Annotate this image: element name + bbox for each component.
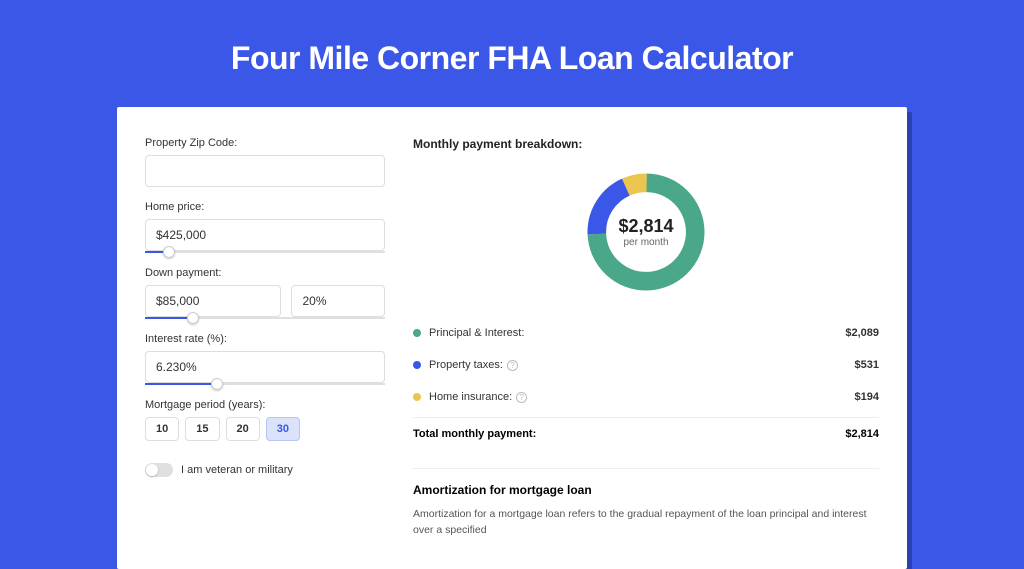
period-20-button[interactable]: 20 [226,417,260,441]
down-payment-label: Down payment: [145,267,385,279]
dot-icon [413,329,421,337]
donut-chart: $2,814 per month [581,167,711,297]
calculator-card: Property Zip Code: Home price: Down paym… [117,107,907,569]
total-row: Total monthly payment: $2,814 [413,417,879,450]
legend-value: $194 [855,391,879,403]
zip-label: Property Zip Code: [145,137,385,149]
period-15-button[interactable]: 15 [185,417,219,441]
home-price-input[interactable] [145,219,385,251]
page-title: Four Mile Corner FHA Loan Calculator [0,40,1024,77]
donut-amount: $2,814 [618,216,673,237]
info-icon[interactable]: ? [507,360,518,371]
dot-icon [413,361,421,369]
interest-label: Interest rate (%): [145,333,385,345]
period-group: 10 15 20 30 [145,417,385,441]
amortization-title: Amortization for mortgage loan [413,483,879,497]
divider [413,468,879,469]
zip-input[interactable] [145,155,385,187]
legend-label: Principal & Interest: [429,327,845,339]
legend-value: $2,089 [845,327,879,339]
dot-icon [413,393,421,401]
total-label: Total monthly payment: [413,428,845,440]
breakdown-panel: Monthly payment breakdown: $2,814 per mo… [413,137,879,539]
period-30-button[interactable]: 30 [266,417,300,441]
form-panel: Property Zip Code: Home price: Down paym… [145,137,385,539]
legend-row-taxes: Property taxes: ? $531 [413,349,879,381]
down-payment-input[interactable] [145,285,281,317]
toggle-knob [146,464,158,476]
legend-label: Home insurance: ? [429,391,855,403]
legend-row-principal: Principal & Interest: $2,089 [413,317,879,349]
period-label: Mortgage period (years): [145,399,385,411]
legend-row-insurance: Home insurance: ? $194 [413,381,879,413]
veteran-toggle[interactable] [145,463,173,477]
interest-input[interactable] [145,351,385,383]
down-payment-slider[interactable] [145,317,385,319]
breakdown-title: Monthly payment breakdown: [413,137,879,151]
period-10-button[interactable]: 10 [145,417,179,441]
interest-slider[interactable] [145,383,385,385]
total-value: $2,814 [845,428,879,440]
slider-thumb[interactable] [211,378,223,390]
home-price-label: Home price: [145,201,385,213]
slider-thumb[interactable] [163,246,175,258]
slider-thumb[interactable] [187,312,199,324]
veteran-label: I am veteran or military [181,464,293,476]
down-payment-pct-input[interactable] [291,285,385,317]
info-icon[interactable]: ? [516,392,527,403]
donut-sub: per month [623,237,668,248]
legend-value: $531 [855,359,879,371]
legend-label: Property taxes: ? [429,359,855,371]
home-price-slider[interactable] [145,251,385,253]
